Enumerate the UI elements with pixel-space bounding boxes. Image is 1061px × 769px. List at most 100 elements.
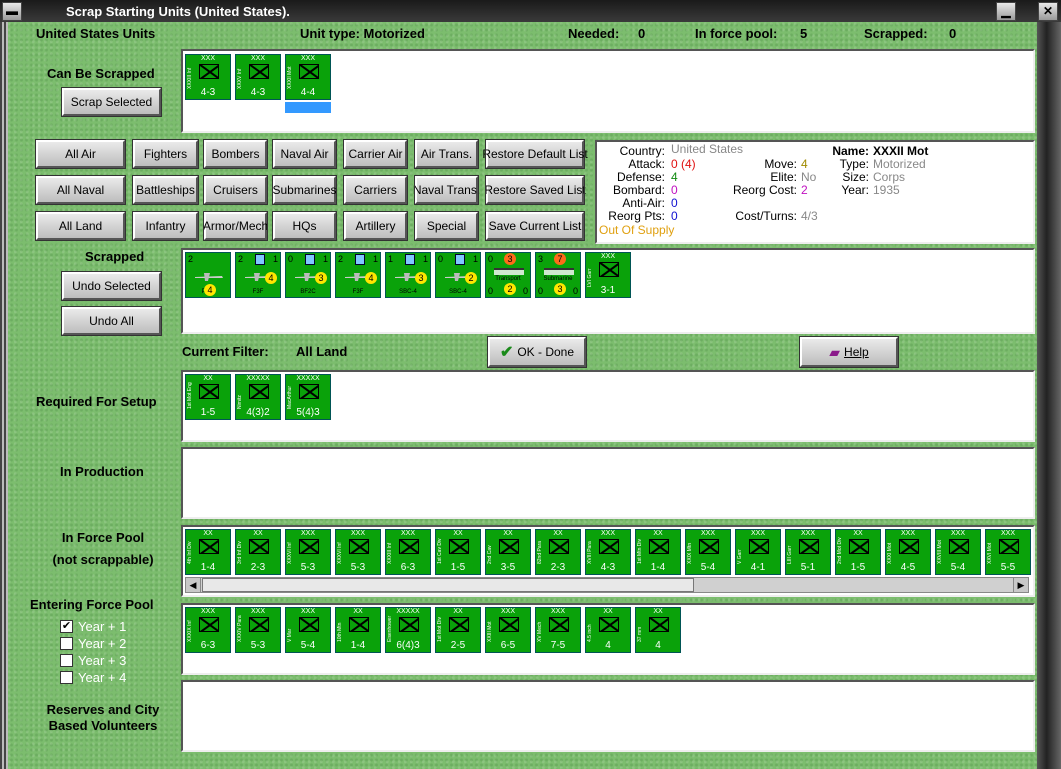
filter-button-naval-air[interactable]: Naval Air xyxy=(272,139,337,169)
unit-counter[interactable]: XXXXX Nimitz 4(3)2 xyxy=(235,374,281,420)
undo-all-button[interactable]: Undo All xyxy=(61,306,162,336)
air-unit-counter[interactable]: 03300Transport2 xyxy=(485,252,531,298)
unit-counter[interactable]: XXXXX Eisenhower 6(4)3 xyxy=(385,607,431,653)
filter-button-artillery[interactable]: Artillery xyxy=(343,211,408,241)
unit-counter[interactable]: XXX V Mar 5-4 xyxy=(285,607,331,653)
year-checkbox-3[interactable]: Year + 3 xyxy=(60,653,126,668)
unit-name: BF2C xyxy=(300,289,316,295)
year-checkbox-2[interactable]: Year + 2 xyxy=(60,636,126,651)
unit-counter[interactable]: XXX XXXII Mot 4-4 xyxy=(285,54,331,113)
unit-counter[interactable]: XX 10th Mtn 1-4 xyxy=(335,607,381,653)
unit-counter[interactable]: XXX XXIII Mot 6-5 xyxy=(485,607,531,653)
year-checkbox-1[interactable]: ✔ Year + 1 xyxy=(60,619,126,634)
unit-symbol-icon xyxy=(349,617,369,632)
unit-counter[interactable]: XX 2nd Mot Div 1-5 xyxy=(835,529,881,575)
unit-symbol-icon xyxy=(199,617,219,632)
scroll-left-icon[interactable]: ◀ xyxy=(186,578,201,592)
filter-button-hqs[interactable]: HQs xyxy=(272,211,337,241)
unit-counter[interactable]: XX 1st Cav Div 1-5 xyxy=(435,529,481,575)
ok-done-button[interactable]: ✔ OK - Done xyxy=(487,336,587,368)
scroll-right-icon[interactable]: ▶ xyxy=(1013,578,1028,592)
filter-button-carriers[interactable]: Carriers xyxy=(343,175,408,205)
filter-button-all-naval[interactable]: All Naval xyxy=(35,175,126,205)
air-unit-counter[interactable]: 37700Submarine3 xyxy=(535,252,581,298)
unit-counter[interactable]: XX 4th Inf Div 1-4 xyxy=(185,529,231,575)
unit-counter[interactable]: XXX XXVIII Mot 5-4 xyxy=(935,529,981,575)
unit-badge: 4 xyxy=(204,284,216,296)
filter-button-carrier-air[interactable]: Carrier Air xyxy=(343,139,408,169)
unit-counter[interactable]: XX 1st Mot Eng 1-5 xyxy=(185,374,231,420)
filter-button-save-current-list[interactable]: Save Current List xyxy=(485,211,585,241)
air-unit-counter[interactable]: 2 1 F3F 4 xyxy=(335,252,381,298)
unit-counter[interactable]: XXX LVI Garr 3-1 xyxy=(585,252,631,298)
unit-counter[interactable]: XXX XXXV Inf 4-3 xyxy=(235,54,281,100)
unit-counter[interactable]: XXX XXXIV Para 5-3 xyxy=(235,607,281,653)
unit-value: 1-4 xyxy=(650,562,666,573)
filter-button-special[interactable]: Special xyxy=(414,211,479,241)
filter-button-battleships[interactable]: Battleships xyxy=(132,175,199,205)
filter-button-fighters[interactable]: Fighters xyxy=(132,139,199,169)
year-label: Year + 1 xyxy=(78,619,127,634)
unit-symbol-icon xyxy=(249,539,269,554)
unit-counter[interactable]: XXX XXXIX Inf 6-3 xyxy=(185,607,231,653)
filter-button-armor-mech[interactable]: Armor/Mech xyxy=(203,211,268,241)
unit-counter[interactable]: XXXXX MacArthur 5(4)3 xyxy=(285,374,331,420)
force-pool-scrollbar[interactable]: ◀ ▶ xyxy=(185,577,1029,593)
attack-label: Attack: xyxy=(628,157,665,171)
air-unit-counter[interactable]: 1 1 SBC-4 3 xyxy=(385,252,431,298)
filter-button-bombers[interactable]: Bombers xyxy=(203,139,268,169)
unit-counter[interactable]: XXX XXXVI Inf 5-3 xyxy=(335,529,381,575)
unit-counter[interactable]: XX 2nd Cav 3-5 xyxy=(485,529,531,575)
unit-counter[interactable]: XXX XXVI Mot 5-5 xyxy=(985,529,1031,575)
air-unit-counter[interactable]: 2P-264 xyxy=(185,252,231,298)
unit-counter[interactable]: XX 1st Mtn Div 1-4 xyxy=(635,529,681,575)
unit-counter[interactable]: XX 4.5 inch 4 xyxy=(585,607,631,653)
filter-button-all-land[interactable]: All Land xyxy=(35,211,126,241)
unit-value: 3-5 xyxy=(500,562,516,573)
filter-button-submarines[interactable]: Submarines xyxy=(272,175,337,205)
unit-counter[interactable]: XXX XVIII Para 4-3 xyxy=(585,529,631,575)
filter-button-air-trans[interactable]: Air Trans. xyxy=(414,139,479,169)
filter-button-restore-default-list[interactable]: Restore Default List xyxy=(482,139,588,169)
close-button[interactable]: ✕ xyxy=(1038,2,1058,21)
unit-top-right-value: 1 xyxy=(422,254,428,264)
checkbox-box[interactable] xyxy=(60,671,73,684)
can-be-scrapped-label: Can Be Scrapped xyxy=(47,66,155,81)
unit-counter[interactable]: XXX XV Mech 7-5 xyxy=(535,607,581,653)
filter-button-infantry[interactable]: Infantry xyxy=(132,211,199,241)
unit-counter[interactable]: XXX LIII Garr 5-1 xyxy=(785,529,831,575)
unit-counter[interactable]: XXX XXXI Mot 4-5 xyxy=(885,529,931,575)
checkbox-box[interactable] xyxy=(60,637,73,650)
air-unit-counter[interactable]: 2 1 F3F 4 xyxy=(235,252,281,298)
unit-name: XXXV Inf xyxy=(237,68,243,89)
minimize-button[interactable]: ▁ xyxy=(996,2,1016,21)
scroll-thumb[interactable] xyxy=(202,578,694,592)
help-button[interactable]: ▰ Help xyxy=(799,336,899,368)
unit-counter[interactable]: XXX XXIX Mtn 5-4 xyxy=(685,529,731,575)
unit-counter[interactable]: XXX XXXIII Inf 4-3 xyxy=(185,54,231,100)
unit-name: LVI Garr xyxy=(587,268,593,287)
checkbox-box[interactable]: ✔ xyxy=(60,620,73,633)
unit-symbol-icon xyxy=(849,539,869,554)
filter-button-naval-trans[interactable]: Naval Trans. xyxy=(413,175,480,205)
unit-counter[interactable]: XX 82nd Para 2-3 xyxy=(535,529,581,575)
unit-counter[interactable]: XX 1st Mot Div 2-5 xyxy=(435,607,481,653)
filter-button-restore-saved-list[interactable]: Restore Saved List xyxy=(484,175,586,205)
unit-counter[interactable]: XXX XXXVI Inf 5-3 xyxy=(285,529,331,575)
air-unit-counter[interactable]: 0 1 SBC-4 2 xyxy=(435,252,481,298)
current-filter-value: All Land xyxy=(296,344,348,359)
scrap-selected-button[interactable]: Scrap Selected xyxy=(61,87,162,117)
unit-counter[interactable]: XX 3rd Inf Div 2-3 xyxy=(235,529,281,575)
scrapped-panel: 2P-26421F3F401BF2C321F3F411SBC-4301SBC-4… xyxy=(181,248,1035,334)
unit-counter[interactable]: XX 37 mm 4 xyxy=(635,607,681,653)
air-unit-counter[interactable]: 0 1 BF2C 3 xyxy=(285,252,331,298)
window-menu-button[interactable]: ▬ xyxy=(2,2,22,21)
filter-button-all-air[interactable]: All Air xyxy=(35,139,126,169)
filter-button-cruisers[interactable]: Cruisers xyxy=(203,175,268,205)
undo-selected-button[interactable]: Undo Selected xyxy=(61,271,162,301)
unit-counter[interactable]: XXX XXXIII Inf 6-3 xyxy=(385,529,431,575)
unit-counter[interactable]: XXX V Garr 4-1 xyxy=(735,529,781,575)
checkbox-box[interactable] xyxy=(60,654,73,667)
year-checkbox-4[interactable]: Year + 4 xyxy=(60,670,126,685)
unit-name: 1st Mot Eng xyxy=(187,382,193,409)
